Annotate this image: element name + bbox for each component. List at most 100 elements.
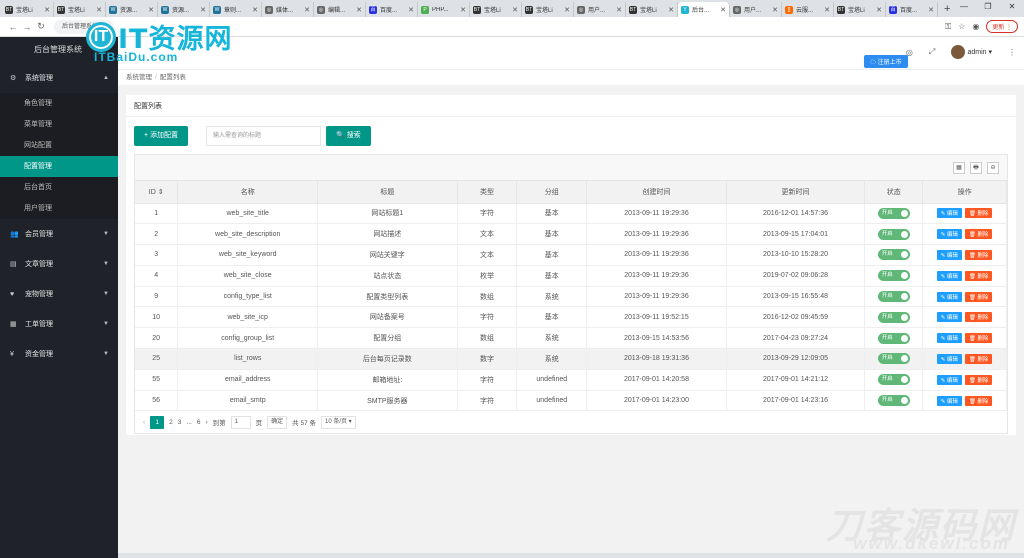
browser-tab[interactable]: W 章则... ✕	[210, 2, 262, 17]
browser-tab[interactable]: ◎ 媒体... ✕	[262, 2, 314, 17]
page-number[interactable]: ...	[186, 419, 191, 426]
sidebar-item[interactable]: 菜单管理	[0, 114, 118, 135]
tab-close-icon[interactable]: ✕	[512, 6, 518, 14]
key-icon[interactable]: ⚿	[945, 22, 951, 32]
browser-tab[interactable]: [] 云服... ✕	[782, 2, 834, 17]
next-page-icon[interactable]: ›	[205, 419, 207, 426]
fullscreen-icon[interactable]: ⤢	[929, 47, 935, 57]
edit-button[interactable]: ✎ 编辑	[936, 208, 962, 219]
edit-button[interactable]: ✎ 编辑	[936, 395, 962, 406]
star-icon[interactable]: ☆	[958, 22, 965, 31]
browser-tab[interactable]: ◎ 编辑... ✕	[314, 2, 366, 17]
profile-icon[interactable]: ◉	[972, 22, 979, 31]
column-header[interactable]: ID ⇕	[135, 181, 179, 204]
tab-close-icon[interactable]: ✕	[200, 6, 206, 14]
prev-page-icon[interactable]: ‹	[143, 419, 145, 426]
table-row[interactable]: 3 web_site_keyword 网站关键字 文本 基本 2013-09-11 19:…	[135, 244, 1007, 266]
status-toggle[interactable]: 开启	[877, 270, 910, 282]
delete-button[interactable]: 🗑 删除	[964, 208, 993, 219]
table-row[interactable]: 25 list_rows 后台每页记录数 数字 系统 2013-09-18 19:31:3…	[135, 348, 1007, 370]
status-toggle[interactable]: 开启	[877, 395, 910, 407]
sidebar-group[interactable]: 👥 会员管理 ▼	[0, 219, 118, 249]
table-row[interactable]: 4 web_site_close 站点状态 枚举 基本 2013-09-11 19:29:…	[135, 265, 1007, 287]
more-icon[interactable]: ⋮	[1008, 48, 1016, 57]
page-number[interactable]: 2	[169, 419, 173, 426]
browser-tab[interactable]: BT 宝塔Li ✕	[522, 2, 574, 17]
delete-button[interactable]: 🗑 删除	[964, 333, 993, 344]
browser-tab[interactable]: 百百度... ✕	[366, 2, 418, 17]
edit-button[interactable]: ✎ 编辑	[936, 291, 962, 302]
page-number[interactable]: 3	[178, 419, 182, 426]
delete-button[interactable]: 🗑 删除	[964, 312, 993, 323]
browser-tab[interactable]: ◎ 用户... ✕	[730, 2, 782, 17]
maximize-icon[interactable]: ❐	[976, 0, 1000, 14]
status-toggle[interactable]: 开启	[877, 353, 910, 365]
sidebar-group[interactable]: ⚙ 系统管理 ▲	[0, 63, 118, 93]
tab-close-icon[interactable]: ✕	[772, 6, 778, 14]
edit-button[interactable]: ✎ 编辑	[936, 270, 962, 281]
browser-tab[interactable]: ◎ 用户... ✕	[574, 2, 626, 17]
browser-tab[interactable]: 百百度... ✕	[886, 2, 938, 17]
status-toggle[interactable]: 开启	[877, 228, 910, 240]
tab-close-icon[interactable]: ✕	[876, 6, 882, 14]
delete-button[interactable]: 🗑 删除	[964, 249, 993, 260]
table-row[interactable]: 56 email_smtp SMTP服务器 字符 undefined 2017-09-01…	[135, 390, 1007, 412]
status-toggle[interactable]: 开启	[877, 332, 910, 344]
update-button[interactable]: 更新 ⋮	[986, 20, 1018, 33]
goto-confirm-button[interactable]: 确定	[267, 415, 288, 429]
sidebar-item[interactable]: 用户管理	[0, 198, 118, 219]
browser-tab[interactable]: BT 宝塔Li ✕	[626, 2, 678, 17]
browser-tab[interactable]: P PHP... ✕	[418, 2, 470, 17]
sidebar-group[interactable]: ▤ 文章管理 ▼	[0, 249, 118, 279]
sidebar-item[interactable]: 角色管理	[0, 93, 118, 114]
page-number[interactable]: 6	[197, 419, 201, 426]
browser-tab[interactable]: W 资源... ✕	[158, 2, 210, 17]
table-row[interactable]: 20 config_group_list 配置分组 数组 系统 2013-09-15 14…	[135, 327, 1007, 350]
sidebar-group[interactable]: ¥ 资金管理 ▼	[0, 339, 118, 369]
cloud-badge[interactable]: ☁ 注册上市	[864, 55, 908, 68]
delete-button[interactable]: 🗑 删除	[964, 270, 993, 281]
user-menu[interactable]: admin ▾	[951, 45, 992, 59]
tab-close-icon[interactable]: ✕	[252, 6, 258, 14]
columns-filter-icon[interactable]: ▦	[953, 161, 965, 174]
tab-close-icon[interactable]: ✕	[44, 6, 50, 14]
browser-tab[interactable]: BT 宝塔Li ✕	[834, 2, 886, 17]
tab-close-icon[interactable]: ✕	[720, 6, 726, 14]
search-input[interactable]: 输入需查询的标题	[206, 126, 322, 146]
sidebar-group[interactable]: ♥ 宠物管理 ▼	[0, 279, 118, 309]
tab-close-icon[interactable]: ✕	[564, 6, 570, 14]
browser-tab[interactable]: BT 宝塔Li ✕	[54, 2, 106, 17]
table-row[interactable]: 55 email_address 邮箱地址: 字符 undefined 2017-09-0…	[135, 369, 1007, 391]
sidebar-item[interactable]: 配置管理	[0, 156, 118, 177]
print-icon[interactable]: 🖶	[970, 161, 982, 174]
goto-page-input[interactable]: 1	[230, 415, 251, 429]
delete-button[interactable]: 🗑 删除	[964, 229, 993, 240]
table-row[interactable]: 9 config_type_list 配置类型列表 数组 系统 2013-09-11 19…	[135, 286, 1007, 308]
tab-close-icon[interactable]: ✕	[356, 6, 362, 14]
edit-button[interactable]: ✎ 编辑	[936, 312, 962, 323]
delete-button[interactable]: 🗑 删除	[964, 291, 993, 302]
table-row[interactable]: 2 web_site_description 网站描述 文本 基本 2013-09-11 …	[135, 223, 1007, 246]
tab-close-icon[interactable]: ✕	[408, 6, 414, 14]
edit-button[interactable]: ✎ 编辑	[936, 249, 962, 260]
tab-close-icon[interactable]: ✕	[668, 6, 674, 14]
minimize-icon[interactable]: —	[952, 0, 976, 14]
tab-close-icon[interactable]: ✕	[96, 6, 102, 14]
status-toggle[interactable]: 开启	[877, 374, 910, 386]
sidebar-item[interactable]: 后台首页	[0, 177, 118, 198]
close-window-icon[interactable]: ✕	[1000, 0, 1024, 14]
sidebar-group[interactable]: ▦ 工单管理 ▼	[0, 309, 118, 339]
table-row[interactable]: 1 web_site_title 网站标题1 字符 基本 2013-09-11 19:29…	[135, 203, 1007, 225]
back-icon[interactable]: ←	[6, 22, 20, 32]
table-row[interactable]: 10 web_site_icp 网站备案号 字符 基本 2013-09-11 19:52:…	[135, 306, 1007, 329]
browser-tab[interactable]: BT 宝塔Li ✕	[470, 2, 522, 17]
tab-close-icon[interactable]: ✕	[148, 6, 154, 14]
export-icon[interactable]: ⊖	[987, 161, 999, 174]
breadcrumb-item[interactable]: 系统管理	[126, 74, 152, 81]
tab-close-icon[interactable]: ✕	[460, 6, 466, 14]
page-number[interactable]: 1	[150, 415, 165, 429]
tab-close-icon[interactable]: ✕	[616, 6, 622, 14]
status-toggle[interactable]: 开启	[877, 207, 910, 219]
tab-close-icon[interactable]: ✕	[928, 6, 934, 14]
edit-button[interactable]: ✎ 编辑	[936, 333, 962, 344]
